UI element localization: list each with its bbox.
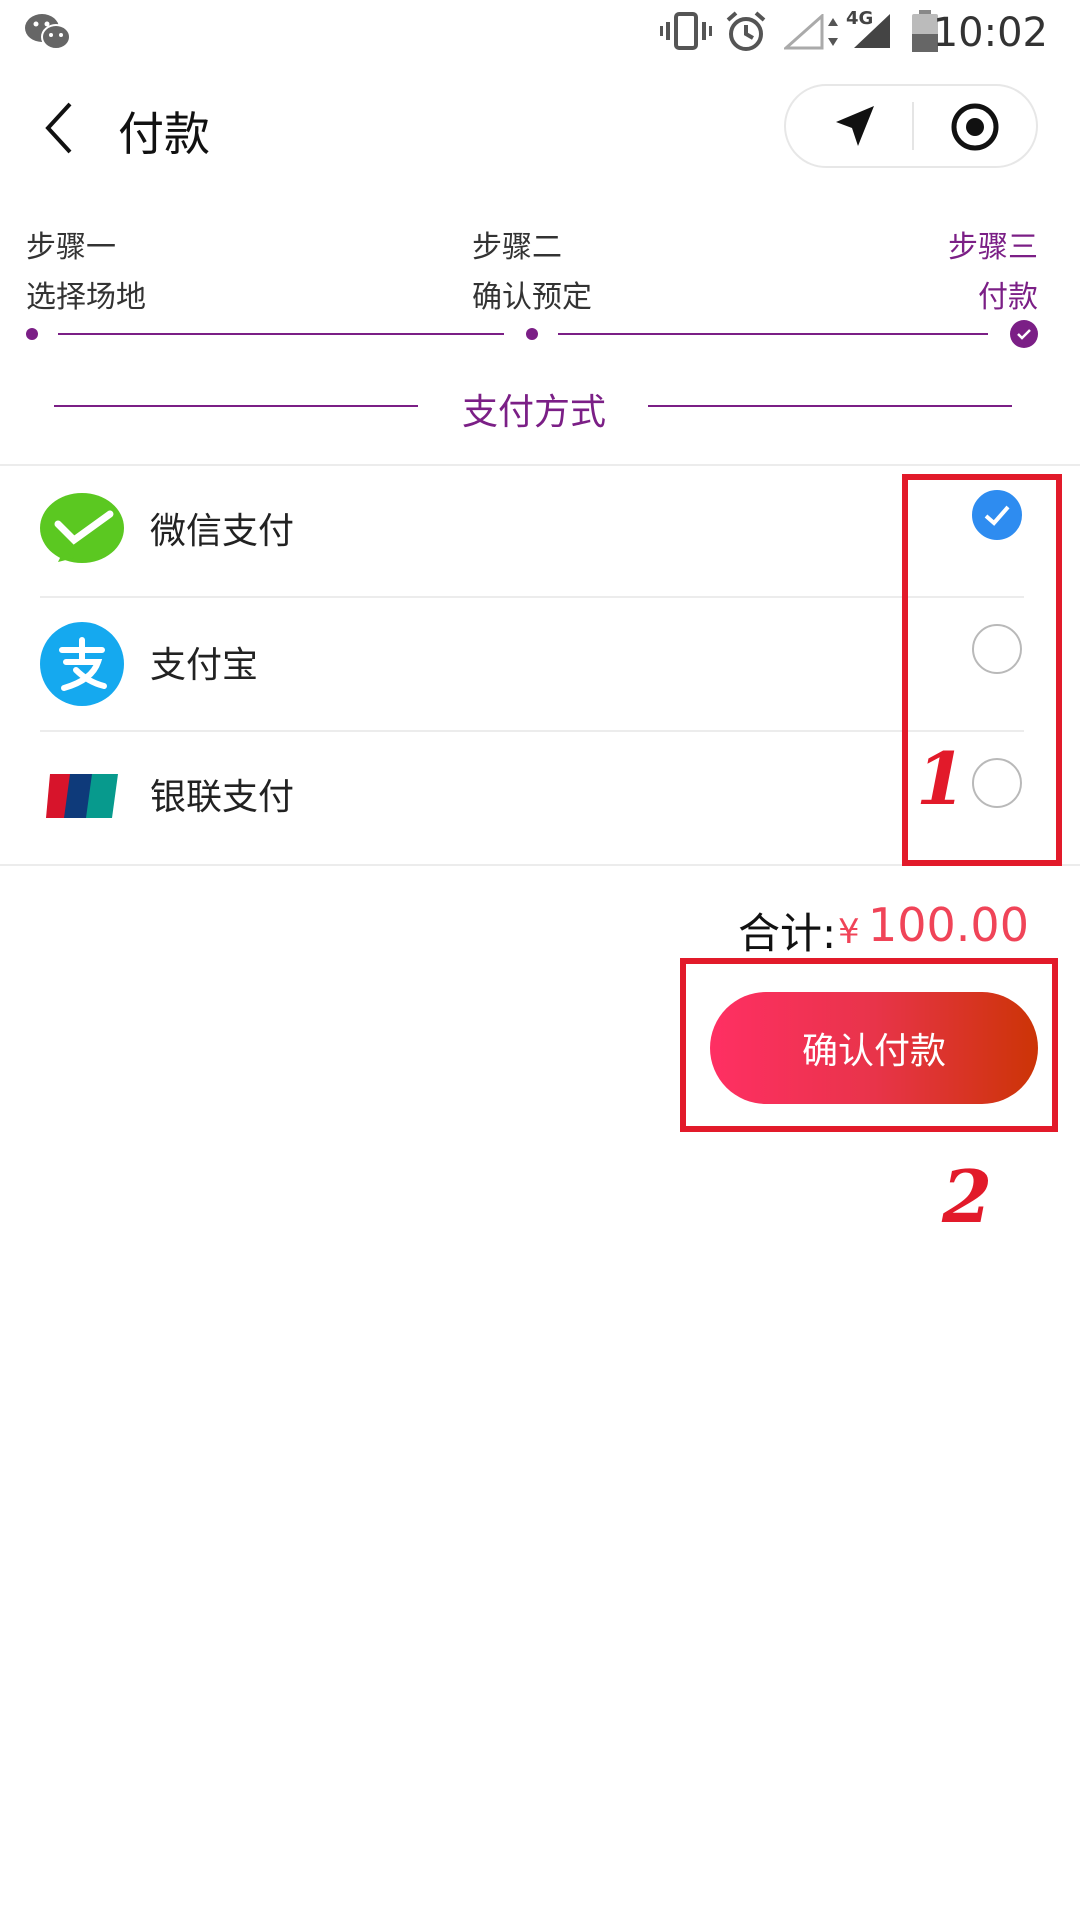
- step-3-name: 付款: [978, 280, 1038, 315]
- alarm-icon: [726, 11, 766, 51]
- wechat-pay-icon: [40, 493, 124, 563]
- section-line-left: [54, 405, 418, 407]
- step-2-dot: [526, 328, 538, 340]
- unionpay-label: 银联支付: [150, 777, 295, 818]
- wechat-pay-label: 微信支付: [150, 511, 295, 552]
- step-1-name: 选择场地: [26, 280, 146, 315]
- step-line: [58, 333, 504, 335]
- record-icon[interactable]: [950, 102, 1000, 152]
- step-1-label: 步骤一: [26, 230, 116, 265]
- signal-icon: [784, 14, 824, 50]
- step-line: [558, 333, 988, 335]
- annotation-number-2: 2: [942, 1154, 993, 1239]
- total-label: 合计:: [738, 909, 837, 958]
- back-icon[interactable]: [40, 100, 80, 156]
- data-arrows-icon: [828, 18, 838, 46]
- annotation-box-2: [680, 958, 1058, 1132]
- total-amount: 100.00: [868, 898, 1029, 952]
- currency-symbol: ¥: [838, 912, 860, 952]
- alipay-icon: [40, 622, 124, 706]
- wechat-icon: [25, 14, 71, 50]
- nav-bar: 付款: [0, 64, 1080, 192]
- status-time: 10:02: [932, 10, 1048, 56]
- cell-signal-icon: [854, 14, 890, 48]
- alipay-label: 支付宝: [150, 645, 259, 686]
- unionpay-icon: [46, 774, 118, 818]
- payment-section-title: 支付方式: [462, 392, 607, 433]
- step-1-dot: [26, 328, 38, 340]
- page-title: 付款: [118, 107, 210, 161]
- step-3-check-icon: [1010, 320, 1038, 348]
- section-line-right: [648, 405, 1012, 407]
- location-icon[interactable]: [830, 102, 878, 150]
- miniprogram-capsule: [784, 84, 1038, 168]
- capsule-divider: [912, 102, 914, 150]
- status-bar: 4G 10:02: [0, 0, 1080, 64]
- annotation-number-1: 1: [916, 736, 967, 821]
- step-3-label: 步骤三: [948, 230, 1038, 265]
- vibrate-icon: [660, 12, 712, 50]
- step-2-label: 步骤二: [472, 230, 562, 265]
- step-2-name: 确认预定: [472, 280, 592, 315]
